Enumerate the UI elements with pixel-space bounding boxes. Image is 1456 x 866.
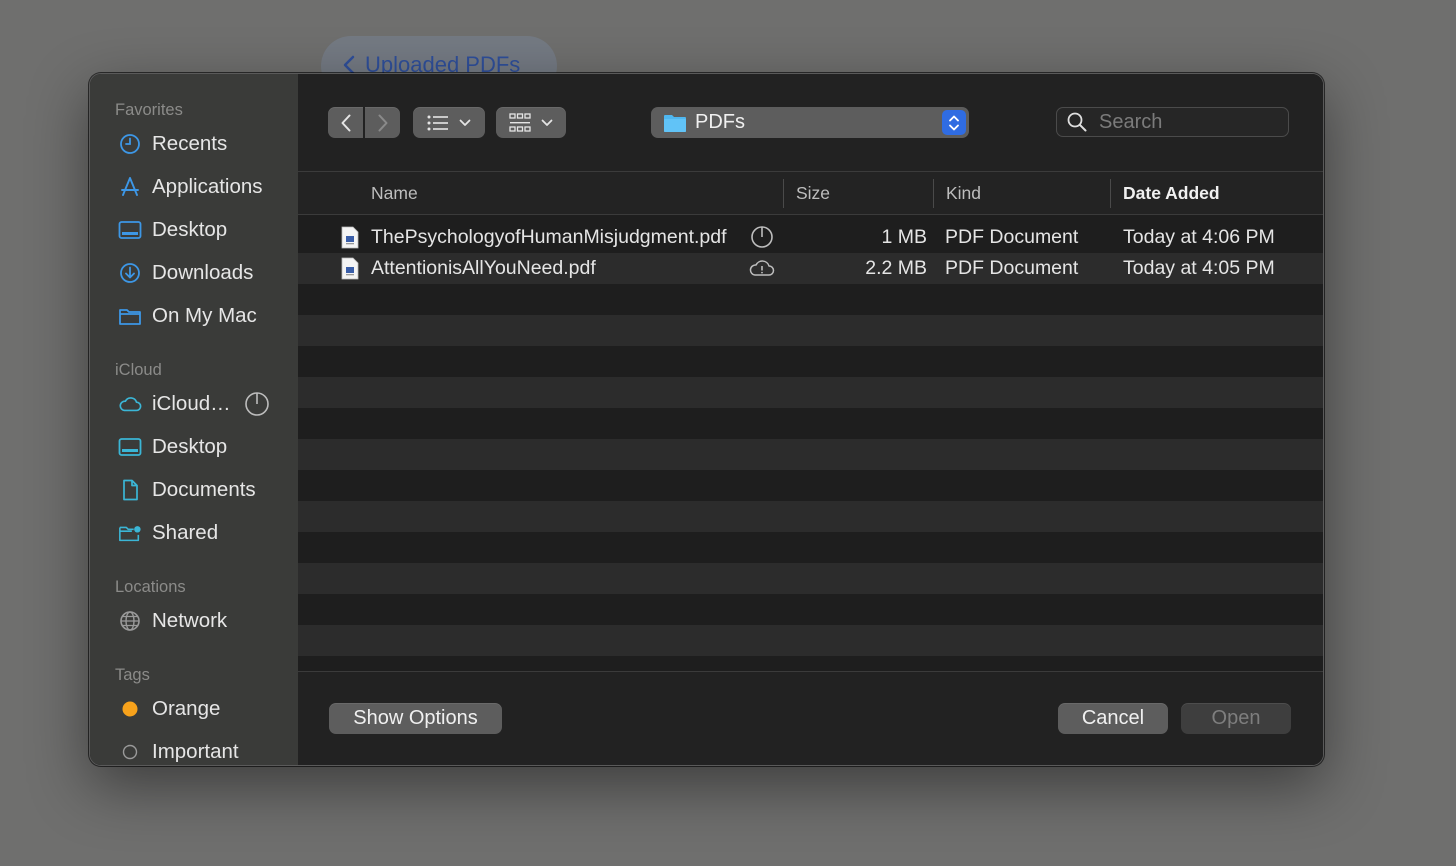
search-input[interactable] <box>1097 109 1271 135</box>
sidebar-item-tag-important[interactable]: Important <box>90 730 298 765</box>
file-list: ThePsychologyofHumanMisjudgment.pdf 1 MB… <box>298 215 1323 672</box>
location-label: PDFs <box>695 111 745 133</box>
sidebar-item-documents[interactable]: Documents <box>90 468 298 511</box>
popup-stepper-icon <box>942 110 966 135</box>
sidebar: Favorites Recents Applications Desktop D… <box>90 74 298 765</box>
sidebar-item-desktop[interactable]: Desktop <box>90 208 298 251</box>
desktop-icon <box>118 435 142 459</box>
search-icon <box>1067 112 1087 132</box>
dialog-footer: Show Options Cancel Open <box>298 671 1323 765</box>
file-kind: PDF Document <box>945 226 1079 248</box>
sidebar-item-label: Downloads <box>152 260 254 284</box>
file-browser: PDFs Name Size Kind Date Added <box>298 74 1323 765</box>
applications-icon <box>118 175 142 199</box>
folder-icon <box>664 114 686 132</box>
tag-icon <box>118 740 142 764</box>
sidebar-item-shared[interactable]: Shared <box>90 511 298 554</box>
desktop-icon <box>118 218 142 242</box>
file-row[interactable]: ThePsychologyofHumanMisjudgment.pdf 1 MB… <box>298 222 1323 253</box>
column-kind[interactable]: Kind <box>946 172 981 214</box>
sidebar-item-label: Orange <box>152 696 221 720</box>
forward-nav-button[interactable] <box>365 107 400 138</box>
cloud-alert-icon <box>748 257 776 288</box>
chevron-down-icon <box>459 119 471 126</box>
chevron-right-icon <box>378 114 387 131</box>
sidebar-item-tag-orange[interactable]: Orange <box>90 687 298 730</box>
sidebar-item-recents[interactable]: Recents <box>90 122 298 165</box>
column-size[interactable]: Size <box>796 172 830 214</box>
sidebar-item-label: Documents <box>152 477 256 501</box>
file-date: Today at 4:06 PM <box>1123 226 1275 248</box>
sidebar-item-label: Shared <box>152 520 219 544</box>
chevron-left-icon <box>341 114 350 131</box>
sidebar-section-icloud: iCloud <box>115 361 162 379</box>
document-icon <box>118 478 142 502</box>
sync-progress-icon <box>244 391 270 423</box>
pdf-file-icon <box>341 257 359 281</box>
show-options-button[interactable]: Show Options <box>329 703 502 734</box>
column-name[interactable]: Name <box>371 172 418 214</box>
file-kind: PDF Document <box>945 257 1079 279</box>
shared-folder-icon <box>118 521 142 545</box>
chevron-down-icon <box>541 119 553 126</box>
sidebar-item-icloud-desktop[interactable]: Desktop <box>90 425 298 468</box>
sidebar-item-label: Network <box>152 608 228 632</box>
download-progress-icon <box>750 225 774 256</box>
sidebar-item-downloads[interactable]: Downloads <box>90 251 298 294</box>
sidebar-item-label: Important <box>152 739 239 763</box>
sidebar-section-tags: Tags <box>115 666 150 684</box>
downloads-icon <box>118 261 142 285</box>
sidebar-item-applications[interactable]: Applications <box>90 165 298 208</box>
view-mode-button[interactable] <box>413 107 485 138</box>
search-field[interactable] <box>1056 107 1289 137</box>
file-size: 2.2 MB <box>865 257 927 279</box>
sidebar-item-label: On My Mac <box>152 303 257 327</box>
globe-icon <box>118 609 142 633</box>
sidebar-item-label: Desktop <box>152 217 228 241</box>
orange-tag-icon <box>118 697 142 721</box>
chevron-left-icon <box>343 55 355 75</box>
grid-group-icon <box>509 112 531 132</box>
file-row[interactable]: AttentionisAllYouNeed.pdf 2.2 MB PDF Doc… <box>298 253 1323 284</box>
cancel-button[interactable]: Cancel <box>1058 703 1168 734</box>
sidebar-item-label: Recents <box>152 131 228 155</box>
sidebar-section-favorites: Favorites <box>115 101 183 119</box>
pdf-file-icon <box>341 226 359 250</box>
file-name: AttentionisAllYouNeed.pdf <box>371 257 596 279</box>
file-date: Today at 4:05 PM <box>1123 257 1275 279</box>
location-popup[interactable]: PDFs <box>651 107 969 138</box>
column-header: Name Size Kind Date Added <box>298 172 1323 215</box>
back-nav-button[interactable] <box>328 107 363 138</box>
sidebar-item-label: Desktop <box>152 434 228 458</box>
toolbar: PDFs <box>298 74 1323 172</box>
open-button[interactable]: Open <box>1181 703 1291 734</box>
clock-icon <box>118 132 142 156</box>
file-name: ThePsychologyofHumanMisjudgment.pdf <box>371 226 727 248</box>
open-file-dialog: Favorites Recents Applications Desktop D… <box>89 73 1324 766</box>
column-date-added[interactable]: Date Added <box>1123 172 1220 214</box>
folder-icon <box>118 304 142 328</box>
sidebar-item-icloud-drive[interactable]: iCloud… <box>90 382 298 425</box>
file-size: 1 MB <box>881 226 927 248</box>
group-by-button[interactable] <box>496 107 566 138</box>
sidebar-item-label: iCloud… <box>152 391 231 415</box>
icloud-icon <box>118 392 142 416</box>
sidebar-item-network[interactable]: Network <box>90 599 298 642</box>
sidebar-section-locations: Locations <box>115 578 186 596</box>
sidebar-item-on-my-mac[interactable]: On My Mac <box>90 294 298 337</box>
list-view-icon <box>427 115 448 130</box>
sidebar-item-label: Applications <box>152 174 263 198</box>
